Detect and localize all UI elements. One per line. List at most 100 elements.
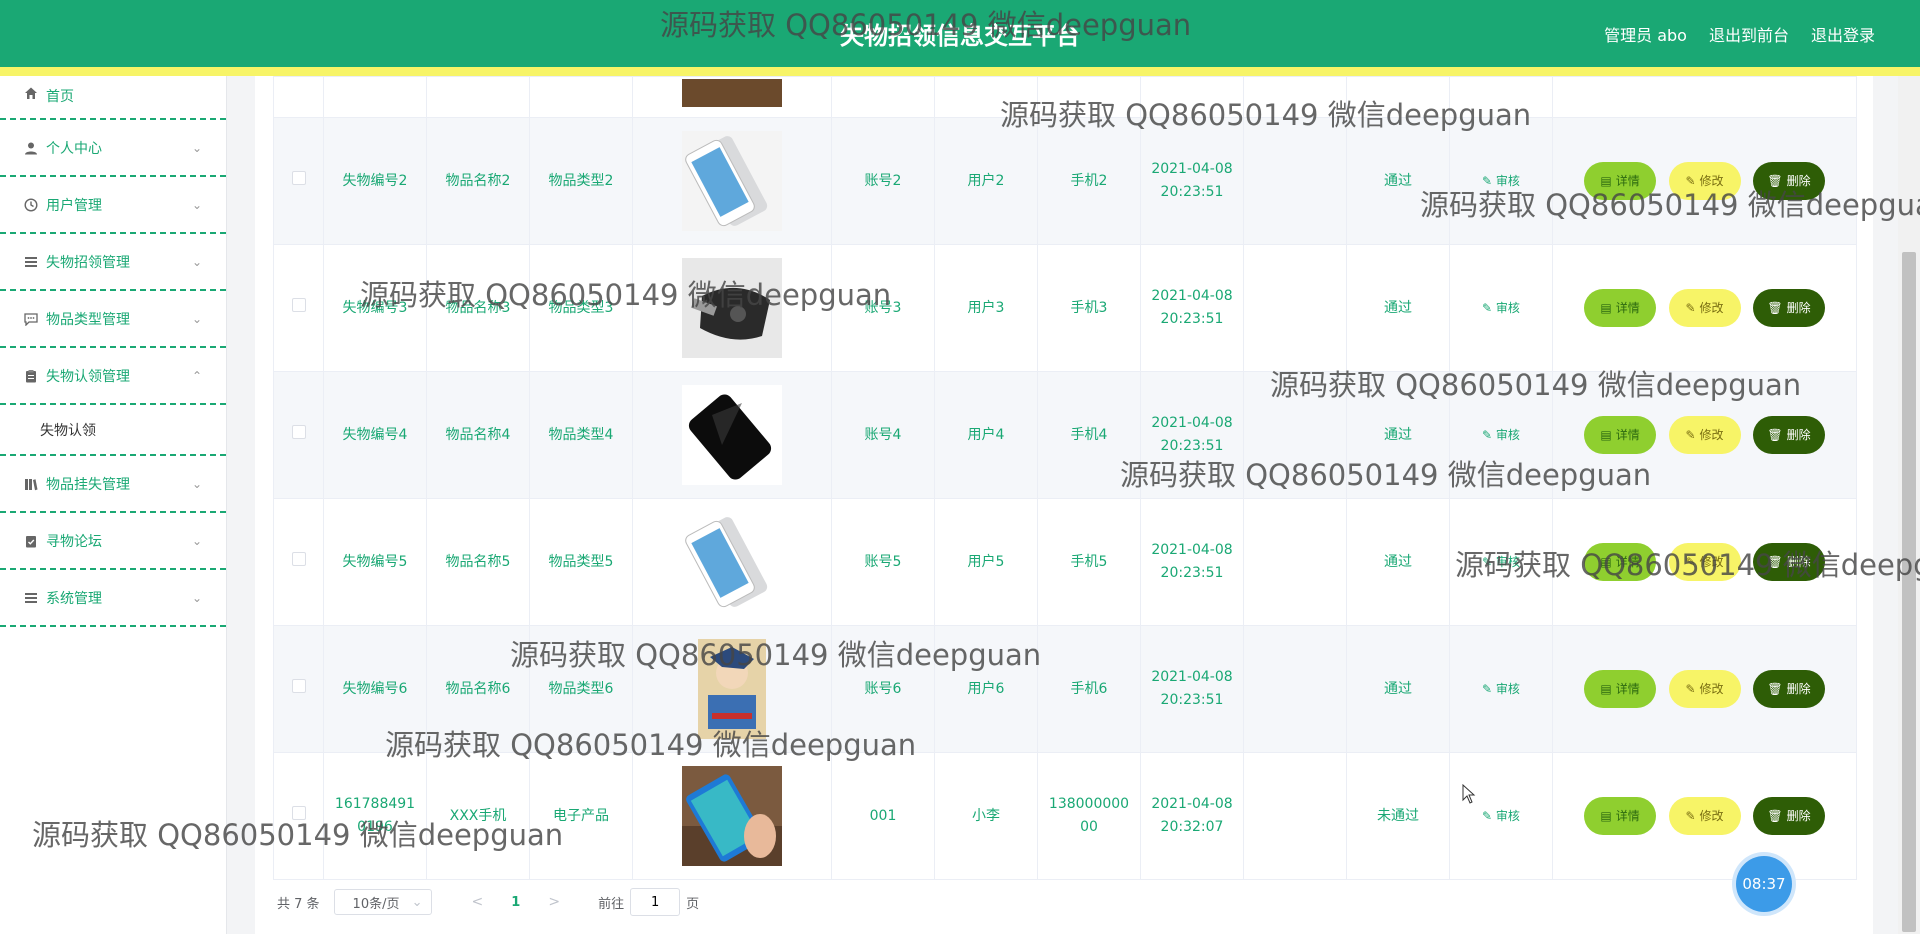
scrollbar[interactable]: [1898, 76, 1920, 934]
row-checkbox[interactable]: [291, 297, 306, 312]
row-checkbox[interactable]: [291, 551, 306, 566]
user-name: 用户3: [934, 244, 1038, 372]
user-name: 用户6: [934, 625, 1038, 753]
claim-time: 2021-04-08 20:23:51: [1140, 371, 1244, 499]
sidebar-item-label: 失物招领管理: [46, 254, 130, 271]
chevron-down-icon: ⌄: [191, 311, 202, 326]
next-page-icon[interactable]: >: [548, 894, 560, 910]
audit-status: 通过: [1346, 117, 1450, 245]
account: 账号3: [831, 244, 935, 372]
trash-icon: 🗑: [1767, 681, 1783, 696]
list-icon: [24, 255, 38, 269]
trash-icon: 🗑: [1767, 808, 1783, 823]
table-row: 失物编号4 物品名称4 物品类型4 账号4 用户4 手机4 2021-04-08…: [273, 371, 1857, 499]
account: 账号2: [831, 117, 935, 245]
sidebar-item-claim-management[interactable]: 失物认领管理 ⌃: [0, 348, 226, 405]
phone: 手机3: [1037, 244, 1141, 372]
delete-button[interactable]: 🗑 删除: [1752, 797, 1825, 835]
pencil-icon: ✎: [1685, 554, 1696, 569]
main-content: 失物编号2 物品名称2 物品类型2 账号2 用户2 手机2 2021-04-08…: [255, 76, 1873, 934]
claim-time: 2021-04-08 20:23:51: [1140, 498, 1244, 626]
account: 001: [831, 752, 935, 880]
audit-button[interactable]: ✎ 审核: [1482, 682, 1520, 696]
audit-button[interactable]: ✎ 审核: [1482, 174, 1520, 188]
phone: 138000000 00: [1037, 752, 1141, 880]
account: 账号6: [831, 625, 935, 753]
delete-button[interactable]: 🗑 删除: [1752, 162, 1825, 200]
chevron-down-icon: ⌄: [191, 476, 202, 491]
audit-button[interactable]: ✎ 审核: [1482, 301, 1520, 315]
menu-icon: [24, 591, 38, 605]
item-name: 物品名称5: [426, 498, 530, 626]
delete-button[interactable]: 🗑 删除: [1752, 543, 1825, 581]
item-photo: [682, 639, 782, 739]
table-row: 失物编号3 物品名称3 物品类型3 账号3 用户3 手机3 2021-04-08…: [273, 244, 1857, 372]
audit-button[interactable]: ✎ 审核: [1482, 809, 1520, 823]
item-type: 物品类型4: [529, 371, 633, 499]
sidebar-item-home[interactable]: 首页: [0, 76, 226, 120]
user-name: 用户5: [934, 498, 1038, 626]
checklist-icon: [24, 534, 38, 548]
phone: 手机2: [1037, 117, 1141, 245]
logout-link[interactable]: 退出登录: [1811, 22, 1875, 46]
item-type: 物品类型3: [529, 244, 633, 372]
item-code: 失物编号3: [323, 244, 427, 372]
delete-button[interactable]: 🗑 删除: [1752, 670, 1825, 708]
row-checkbox[interactable]: [291, 170, 306, 185]
row-checkbox[interactable]: [291, 424, 306, 439]
chevron-down-icon: ⌄: [191, 590, 202, 605]
item-code: 失物编号5: [323, 498, 427, 626]
detail-button[interactable]: ▤ 详情: [1584, 670, 1657, 708]
row-checkbox[interactable]: [291, 805, 306, 820]
trash-icon: 🗑: [1767, 554, 1783, 569]
audit-button[interactable]: ✎ 审核: [1482, 555, 1520, 569]
sidebar-subitem-claim[interactable]: 失物认领: [0, 405, 226, 456]
item-type: 物品类型2: [529, 117, 633, 245]
detail-button[interactable]: ▤ 详情: [1584, 162, 1657, 200]
scrollbar-thumb[interactable]: [1902, 252, 1916, 932]
item-photo: [682, 258, 782, 358]
delete-button[interactable]: 🗑 删除: [1752, 289, 1825, 327]
floating-clock[interactable]: 08:37: [1736, 856, 1792, 912]
delete-button[interactable]: 🗑 删除: [1752, 416, 1825, 454]
edit-button[interactable]: ✎ 修改: [1668, 670, 1741, 708]
page-number[interactable]: 1: [511, 895, 520, 910]
claim-time: 2021-04-08 20:32:07: [1140, 752, 1244, 880]
sidebar-item-lost-found[interactable]: 失物招领管理 ⌄: [0, 234, 226, 291]
edit-button[interactable]: ✎ 修改: [1668, 162, 1741, 200]
pencil-icon: ✎: [1685, 300, 1696, 315]
edit-button[interactable]: ✎ 修改: [1668, 289, 1741, 327]
edit-button[interactable]: ✎ 修改: [1668, 543, 1741, 581]
document-icon: ▤: [1600, 173, 1612, 188]
detail-button[interactable]: ▤ 详情: [1584, 543, 1657, 581]
sidebar-item-personal[interactable]: 个人中心 ⌄: [0, 120, 226, 177]
edit-button[interactable]: ✎ 修改: [1668, 416, 1741, 454]
item-photo: [682, 131, 782, 231]
document-icon: ▤: [1600, 427, 1612, 442]
audit-button[interactable]: ✎ 审核: [1482, 428, 1520, 442]
goto-page: 前往 页: [598, 888, 699, 916]
sidebar-item-label: 物品挂失管理: [46, 476, 130, 493]
sidebar-item-loss-report[interactable]: 物品挂失管理 ⌄: [0, 456, 226, 513]
detail-button[interactable]: ▤ 详情: [1584, 289, 1657, 327]
sidebar-item-forum[interactable]: 寻物论坛 ⌄: [0, 513, 226, 570]
table-row: 161788491 0196 XXX手机 电子产品 001 小李 1380000…: [273, 752, 1857, 880]
back-to-front-link[interactable]: 退出到前台: [1709, 22, 1789, 46]
detail-button[interactable]: ▤ 详情: [1584, 416, 1657, 454]
pencil-icon: ✎: [1685, 681, 1696, 696]
detail-button[interactable]: ▤ 详情: [1584, 797, 1657, 835]
sidebar-item-item-types[interactable]: 物品类型管理 ⌄: [0, 291, 226, 348]
page-size-select[interactable]: 10条/页 ⌄: [333, 889, 432, 915]
claim-time: 2021-04-08 20:23:51: [1140, 625, 1244, 753]
item-type: 电子产品: [529, 752, 633, 880]
prev-page-icon[interactable]: <: [472, 894, 484, 910]
chevron-down-icon: ⌄: [191, 254, 202, 269]
sidebar-item-system[interactable]: 系统管理 ⌄: [0, 570, 226, 627]
sidebar-item-users[interactable]: 用户管理 ⌄: [0, 177, 226, 234]
row-checkbox[interactable]: [291, 678, 306, 693]
edit-button[interactable]: ✎ 修改: [1668, 797, 1741, 835]
table-row: 失物编号2 物品名称2 物品类型2 账号2 用户2 手机2 2021-04-08…: [273, 117, 1857, 245]
chevron-up-icon: ⌃: [191, 368, 202, 383]
chevron-down-icon: ⌄: [411, 894, 423, 910]
goto-page-input[interactable]: [630, 888, 681, 916]
